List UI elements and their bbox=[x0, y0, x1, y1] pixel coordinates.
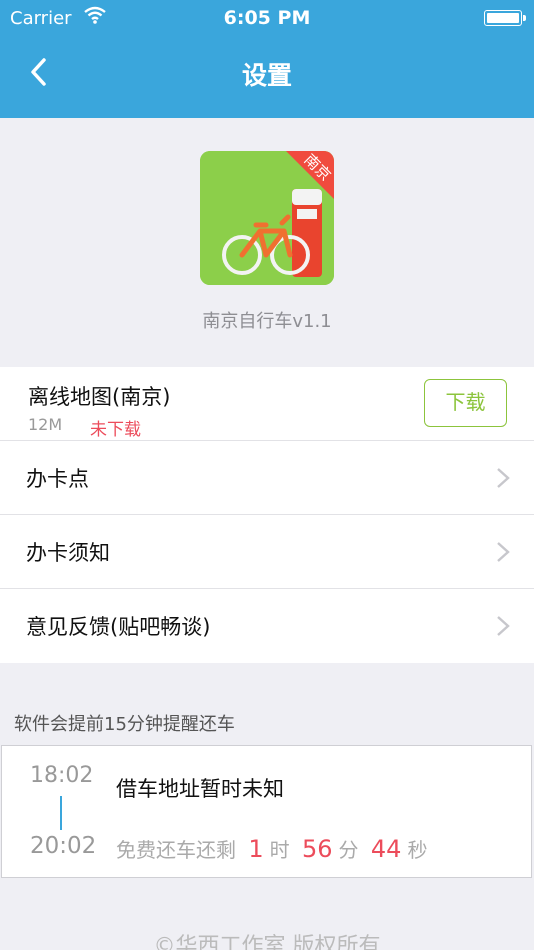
end-time: 20:02 bbox=[30, 833, 97, 859]
navigation-bar: Carrier 6:05 PM 设置 bbox=[0, 0, 534, 118]
app-logo: 南京 bbox=[200, 151, 334, 285]
rental-address: 借车地址暂时未知 bbox=[116, 777, 284, 801]
page-title: 设置 bbox=[241, 61, 292, 90]
battery-icon bbox=[484, 10, 526, 26]
menu-item-card-notice[interactable]: 办卡须知 bbox=[0, 515, 534, 589]
seconds-value: 44 bbox=[370, 835, 402, 863]
offline-map-label: 离线地图(南京) bbox=[28, 385, 171, 409]
download-button[interactable]: 下载 bbox=[424, 379, 507, 427]
menu-item-label: 办卡点 bbox=[26, 467, 89, 491]
chevron-right-icon bbox=[497, 468, 510, 488]
minutes-value: 56 bbox=[302, 835, 333, 863]
timeline-line bbox=[60, 796, 62, 830]
start-time: 18:02 bbox=[30, 763, 94, 788]
menu-item-feedback[interactable]: 意见反馈(贴吧畅谈) bbox=[0, 589, 534, 663]
reminder-hint: 软件会提前15分钟提醒还车 bbox=[14, 714, 235, 735]
copyright-footer: ©华西工作室 版权所有 bbox=[153, 934, 381, 950]
offline-map-status: 未下载 bbox=[90, 420, 141, 440]
menu-item-label: 办卡须知 bbox=[26, 541, 110, 565]
remaining-time: 免费还车还剩 1时 56 分 44 秒 bbox=[116, 834, 427, 863]
hours-value: 1 bbox=[248, 835, 264, 863]
minutes-unit: 分 bbox=[338, 838, 359, 862]
hours-unit: 时 bbox=[269, 838, 290, 862]
chevron-right-icon bbox=[497, 616, 510, 636]
status-bar: Carrier 6:05 PM bbox=[0, 0, 534, 36]
menu-item-card-locations[interactable]: 办卡点 bbox=[0, 441, 534, 515]
settings-group: 离线地图(南京) 12M 未下载 下载 办卡点 办卡须知 意见反馈(贴吧畅谈) bbox=[0, 367, 534, 663]
offline-map-size: 12M bbox=[28, 415, 63, 434]
app-version: 南京自行车v1.1 bbox=[202, 311, 332, 332]
chevron-right-icon bbox=[497, 542, 510, 562]
remaining-label: 免费还车还剩 bbox=[116, 838, 236, 862]
clock: 6:05 PM bbox=[223, 7, 311, 29]
rental-card: 18:02 20:02 借车地址暂时未知 免费还车还剩 1时 56 分 44 秒 bbox=[1, 745, 532, 878]
seconds-unit: 秒 bbox=[407, 838, 428, 862]
offline-map-row: 离线地图(南京) 12M 未下载 下载 bbox=[0, 367, 534, 441]
menu-item-label: 意见反馈(贴吧畅谈) bbox=[26, 615, 211, 639]
